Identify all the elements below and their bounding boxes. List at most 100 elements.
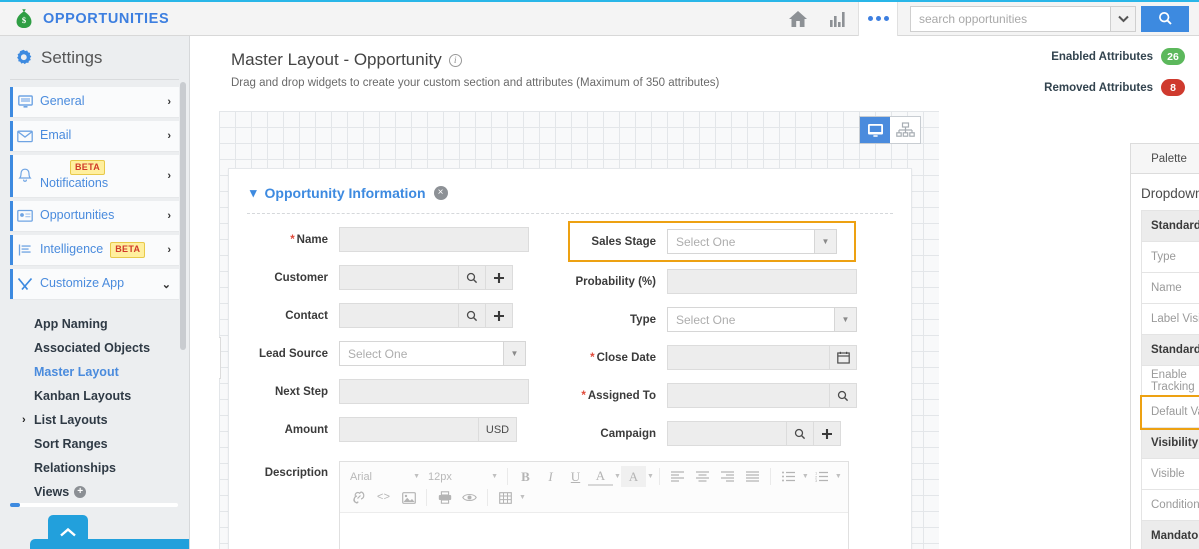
field-sales-stage[interactable]: Sales Stage Select One ▼ <box>568 221 856 262</box>
preview-icon[interactable] <box>457 487 482 508</box>
divider <box>770 468 771 485</box>
settings-header: Settings <box>0 36 189 79</box>
assigned-to-input[interactable] <box>667 383 830 408</box>
probability-input[interactable] <box>667 269 857 294</box>
home-icon[interactable] <box>778 2 818 36</box>
align-right-icon[interactable] <box>715 466 740 487</box>
scroll-to-top-button[interactable] <box>48 515 88 549</box>
italic-icon[interactable]: I <box>538 466 563 487</box>
field-control: Select One ▼ <box>667 229 837 254</box>
bullet-list-icon[interactable] <box>776 466 801 487</box>
campaign-search-icon[interactable] <box>787 421 814 446</box>
bar-chart-icon[interactable] <box>818 2 858 36</box>
sidebar-item-general[interactable]: General › <box>10 87 179 118</box>
remove-circle-icon[interactable]: × <box>434 186 448 200</box>
removed-attributes: Removed Attributes 8 <box>1044 79 1185 96</box>
sidebar-item-email[interactable]: Email › <box>10 121 179 152</box>
group-label: Standard Behavior <box>1142 335 1199 365</box>
info-icon[interactable]: i <box>449 54 462 67</box>
property-key: Label Visibility <box>1142 304 1199 334</box>
code-icon[interactable]: <> <box>371 487 396 508</box>
type-select[interactable]: Select One <box>667 307 835 332</box>
align-center-icon[interactable] <box>690 466 715 487</box>
numbered-list-icon[interactable]: 123 <box>809 466 834 487</box>
settings-label: Settings <box>41 48 102 68</box>
field-control <box>667 269 857 294</box>
field-control <box>667 345 857 370</box>
sales-stage-select[interactable]: Select One <box>667 229 815 254</box>
chevron-down-icon: ⌄ <box>162 278 171 291</box>
contact-search-icon[interactable] <box>459 303 486 328</box>
sidebar-item-intelligence[interactable]: Intelligence BETA › <box>10 235 179 266</box>
customer-input[interactable] <box>339 265 459 290</box>
close-date-input[interactable] <box>667 345 830 370</box>
image-icon[interactable] <box>396 487 421 508</box>
add-view-icon[interactable]: + <box>74 486 86 498</box>
sidebar-item-app-naming[interactable]: App Naming <box>0 312 189 336</box>
amount-input[interactable] <box>339 417 479 442</box>
customer-search-icon[interactable] <box>459 265 486 290</box>
sidebar-horizontal-scrollbar[interactable] <box>10 503 178 507</box>
chevron-down-icon[interactable]: ▼ <box>802 473 809 480</box>
campaign-input[interactable] <box>667 421 787 446</box>
font-color-icon[interactable]: A <box>588 467 613 486</box>
description-textarea[interactable] <box>340 513 848 549</box>
underline-icon[interactable]: U <box>563 466 588 487</box>
desktop-view-button[interactable] <box>860 117 890 143</box>
print-icon[interactable] <box>432 487 457 508</box>
sidebar-item-relationships[interactable]: Relationships <box>0 456 189 480</box>
property-key: Type <box>1142 242 1199 272</box>
lead-source-select[interactable]: Select One <box>339 341 504 366</box>
sidebar-item-master-layout[interactable]: Master Layout <box>0 360 189 384</box>
sidebar-item-list-layouts[interactable]: › List Layouts <box>0 408 189 432</box>
align-left-icon[interactable] <box>665 466 690 487</box>
chevron-down-icon[interactable]: ▼ <box>504 341 526 366</box>
sidebar-item-associated-objects[interactable]: Associated Objects <box>0 336 189 360</box>
chevron-down-icon[interactable]: ▼ <box>647 473 654 480</box>
calendar-icon[interactable] <box>830 345 857 370</box>
monitor-icon <box>10 95 40 109</box>
brand[interactable]: $ OPPORTUNITIES <box>0 8 169 29</box>
next-step-input[interactable] <box>339 379 529 404</box>
assigned-to-search-icon[interactable] <box>830 383 857 408</box>
sidebar-item-opportunities[interactable]: Opportunities › <box>10 201 179 232</box>
field-label-text: Name <box>297 234 328 246</box>
editor-toolbar: Arial ▼ 12px ▼ B I U A <box>340 462 848 513</box>
sidebar-item-sort-ranges[interactable]: Sort Ranges <box>0 432 189 456</box>
field-campaign: Campaign <box>570 421 911 446</box>
highlight-color-icon[interactable]: A <box>621 466 646 487</box>
font-family-select[interactable]: Arial ▼ <box>346 469 424 485</box>
name-input[interactable] <box>339 227 529 252</box>
tab-palette[interactable]: Palette <box>1131 144 1199 174</box>
chevron-down-icon[interactable]: ▼ <box>519 494 526 501</box>
bold-icon[interactable]: B <box>513 466 538 487</box>
chevron-down-icon[interactable]: ▼ <box>835 473 842 480</box>
property-row-default-value[interactable]: Default Value Qualification ▼ <box>1142 397 1199 428</box>
contact-add-icon[interactable] <box>486 303 513 328</box>
canvas-collapse-button[interactable] <box>219 337 221 379</box>
chevron-down-icon[interactable]: ▾ <box>250 185 257 201</box>
chevron-down-icon[interactable]: ▼ <box>815 229 837 254</box>
campaign-add-icon[interactable] <box>814 421 841 446</box>
sidebar-item-notifications[interactable]: BETA Notifications › <box>10 155 179 198</box>
table-icon[interactable] <box>493 487 518 508</box>
align-justify-icon[interactable] <box>740 466 765 487</box>
customer-add-icon[interactable] <box>486 265 513 290</box>
font-size-select[interactable]: 12px ▼ <box>424 469 502 485</box>
sidebar-item-customize-app[interactable]: Customize App ⌄ <box>10 269 179 300</box>
field-description: Description Arial ▼ 12px ▼ <box>229 461 911 549</box>
sidebar-item-kanban-layouts[interactable]: Kanban Layouts <box>0 384 189 408</box>
chevron-right-icon: › <box>167 244 171 256</box>
search-input[interactable] <box>910 6 1110 32</box>
sidebar-item-views[interactable]: Views + <box>0 480 189 504</box>
sidebar-item-label: Opportunities <box>40 208 167 224</box>
tree-view-button[interactable] <box>890 117 920 143</box>
chevron-down-icon[interactable] <box>1110 6 1136 32</box>
chevron-down-icon[interactable]: ▼ <box>835 307 857 332</box>
more-dots-icon[interactable] <box>858 2 898 36</box>
search-button[interactable] <box>1141 6 1189 32</box>
sidebar-scrollbar[interactable] <box>180 82 186 350</box>
link-icon[interactable] <box>346 487 371 508</box>
chevron-down-icon[interactable]: ▼ <box>614 473 621 480</box>
contact-input[interactable] <box>339 303 459 328</box>
